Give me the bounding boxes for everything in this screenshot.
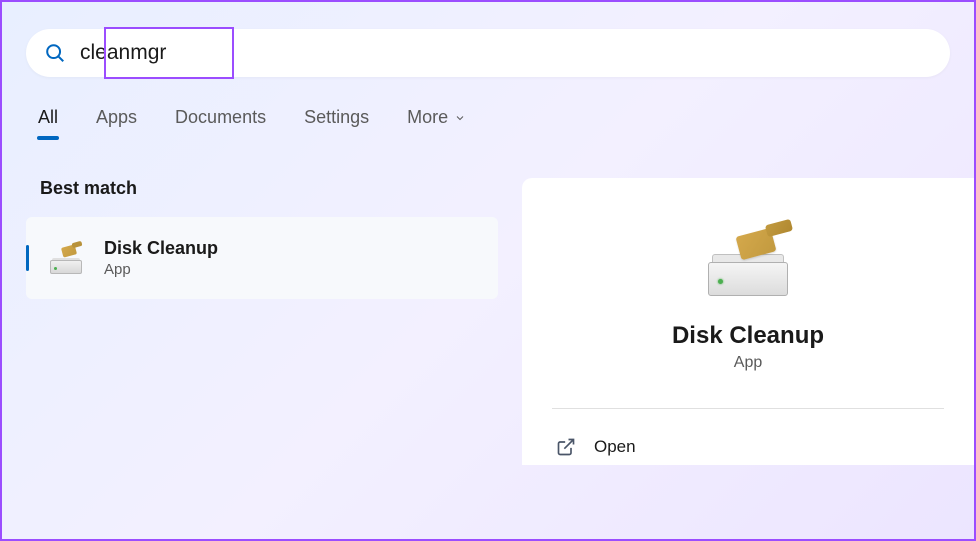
result-subtitle: App [104,261,218,278]
result-item-disk-cleanup[interactable]: Disk Cleanup App [26,217,498,299]
detail-subtitle: App [734,354,762,372]
search-input[interactable] [80,41,932,65]
detail-panel: Disk Cleanup App Open [522,178,974,465]
filter-tab-documents[interactable]: Documents [175,107,266,138]
open-label: Open [594,437,636,457]
filter-tab-all[interactable]: All [38,107,58,138]
detail-title: Disk Cleanup [672,322,824,350]
disk-cleanup-icon-large [700,218,796,302]
filter-more-label: More [407,107,448,128]
result-text: Disk Cleanup App [104,238,218,278]
filter-tab-settings[interactable]: Settings [304,107,369,138]
filter-tab-more[interactable]: More [407,107,466,138]
disk-cleanup-icon [48,240,84,276]
open-external-icon [556,437,576,457]
search-icon [44,42,66,64]
chevron-down-icon [454,112,466,124]
content-area: Best match Disk Cleanup App [2,178,974,465]
results-panel: Best match Disk Cleanup App [2,178,522,465]
search-bar[interactable] [26,29,950,77]
filter-tabs: All Apps Documents Settings More [38,107,974,138]
open-action[interactable]: Open [552,429,944,465]
result-title: Disk Cleanup [104,238,218,259]
divider [552,408,944,409]
best-match-label: Best match [40,178,498,199]
filter-tab-apps[interactable]: Apps [96,107,137,138]
